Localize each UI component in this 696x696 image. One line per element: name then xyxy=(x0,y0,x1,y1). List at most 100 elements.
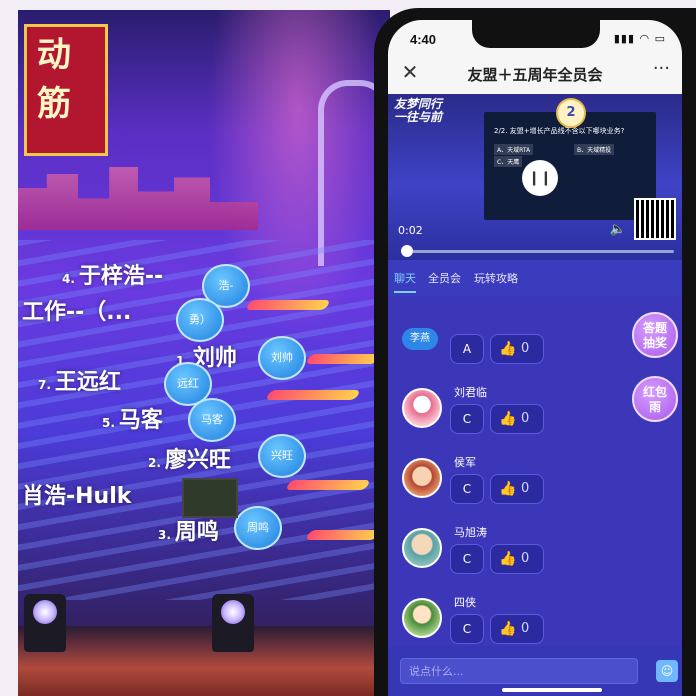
quiz-slide: 2/2. 友盟+增长产品线不含以下哪块业务? A、天域RTA B、天域精投 C、… xyxy=(484,112,656,220)
avatar-bubble: 周鸣 xyxy=(234,506,282,550)
sign-char-2: 筋 xyxy=(37,84,71,124)
rank-name: 马客 xyxy=(118,408,163,433)
stage-light xyxy=(24,594,66,652)
like-button[interactable]: 👍 0 xyxy=(490,474,544,504)
rank-name: 廖兴旺 xyxy=(164,448,231,473)
like-count: 0 xyxy=(521,341,530,356)
boat-graphic xyxy=(285,480,371,490)
like-button[interactable]: 👍 0 xyxy=(490,544,544,574)
avatar xyxy=(402,388,442,428)
sign-char-1: 动 xyxy=(37,35,71,75)
boat-graphic xyxy=(245,300,331,310)
stage-sign: 动 筋 xyxy=(24,24,108,156)
boat-graphic xyxy=(265,390,361,400)
chat-message: 侯军 C 👍 0 xyxy=(388,450,682,514)
button-line: 抽奖 xyxy=(642,336,667,350)
notch xyxy=(472,20,600,48)
chat-message: 四侠 C 👍 0 xyxy=(388,590,682,654)
avatar-bubble: 勇） xyxy=(176,298,224,342)
status-bar: 4:40 ▮▮▮ ◠ ▭ xyxy=(388,20,682,54)
thumbs-up-icon: 👍 xyxy=(499,551,517,567)
more-icon[interactable]: ··· xyxy=(653,58,670,79)
like-count: 0 xyxy=(521,411,530,426)
answer-tag: C xyxy=(450,544,484,574)
quiz-option: C、天鹰 xyxy=(494,156,523,167)
rank-number: 4. xyxy=(62,272,75,286)
rank-number: 2. xyxy=(148,456,161,470)
like-count: 0 xyxy=(521,481,530,496)
event-logo: 友梦同行 一往与前 xyxy=(394,98,474,124)
volume-icon[interactable]: 🔈 xyxy=(610,222,626,237)
user-name: 刘君临 xyxy=(454,386,487,399)
rank-number: 7. xyxy=(38,378,51,392)
ranking-item: 2. 廖兴旺 xyxy=(148,442,231,474)
status-time: 4:40 xyxy=(410,32,437,47)
video-player[interactable]: 友梦同行 一往与前 2/2. 友盟+增长产品线不含以下哪块业务? A、天域RTA… xyxy=(388,94,682,260)
tab-guide[interactable]: 玩转攻略 xyxy=(474,270,518,286)
user-name: 马旭涛 xyxy=(454,526,487,539)
ranking-item: 7. 王远红 xyxy=(38,364,121,396)
inset-screen xyxy=(182,478,238,518)
rank-name: 工作--（... xyxy=(22,300,132,325)
rank-number: 5. xyxy=(102,416,115,430)
rank-name: 周鸣 xyxy=(174,520,219,545)
avatar xyxy=(402,458,442,498)
chat-input[interactable]: 说点什么... xyxy=(400,658,638,684)
logo-line: 一往与前 xyxy=(394,110,443,124)
user-name-pill: 李燕 xyxy=(402,328,438,350)
answer-tag: C xyxy=(450,404,484,434)
home-indicator xyxy=(502,688,602,692)
like-button[interactable]: 👍 0 xyxy=(490,614,544,644)
boat-graphic xyxy=(305,530,381,540)
thumbs-up-icon: 👍 xyxy=(499,481,517,497)
like-count: 0 xyxy=(521,551,530,566)
avatar xyxy=(402,598,442,638)
phone-frame: 4:40 ▮▮▮ ◠ ▭ ✕ 友盟＋五周年全员会 ··· 友梦同行 一往与前 2… xyxy=(374,8,696,696)
user-name: 四侠 xyxy=(454,596,476,609)
rank-number: 3. xyxy=(158,528,171,542)
phone-screen: 4:40 ▮▮▮ ◠ ▭ ✕ 友盟＋五周年全员会 ··· 友梦同行 一往与前 2… xyxy=(388,20,682,696)
ranking-item: 4. 于梓浩-- xyxy=(62,258,163,290)
signal-wifi-battery-icon: ▮▮▮ ◠ ▭ xyxy=(613,32,666,45)
like-button[interactable]: 👍 0 xyxy=(490,404,544,434)
boat-graphic xyxy=(305,354,381,364)
stage-floor xyxy=(18,626,390,696)
rank-name: 肖浩-Hulk xyxy=(22,484,132,509)
avatar xyxy=(402,528,442,568)
rank-name: 王远红 xyxy=(54,370,121,395)
video-progress-track[interactable] xyxy=(402,250,674,253)
like-button[interactable]: 👍 0 xyxy=(490,334,544,364)
emoji-icon[interactable]: ☺ xyxy=(656,660,678,682)
red-packet-rain-button[interactable]: 红包 雨 xyxy=(632,376,678,422)
user-name: 侯军 xyxy=(454,456,476,469)
quiz-lottery-button[interactable]: 答题 抽奖 xyxy=(632,312,678,358)
tab-all-hands[interactable]: 全员会 xyxy=(428,270,461,286)
button-line: 雨 xyxy=(648,400,661,414)
ranking-item: 肖浩-Hulk xyxy=(18,478,131,510)
ranking-item: 5. 马客 xyxy=(102,402,163,434)
avatar-bubble: 马客 xyxy=(188,398,236,442)
pause-icon[interactable]: ❙❙ xyxy=(522,160,558,196)
video-progress-knob[interactable] xyxy=(401,245,414,257)
button-line: 答题 xyxy=(642,321,667,335)
avatar-bubble: 兴旺 xyxy=(258,434,306,478)
stage-photo: 动 筋 4. 于梓浩-- 工作--（... 1. 刘帅 7. 王远红 5. 马客 2. 廖… xyxy=(18,10,390,696)
thumbs-up-icon: 👍 xyxy=(499,341,517,357)
chat-message: 马旭涛 C 👍 0 xyxy=(388,520,682,584)
thumbs-up-icon: 👍 xyxy=(499,411,517,427)
title-bar: ✕ 友盟＋五周年全员会 ··· xyxy=(388,54,682,94)
answer-tag: C xyxy=(450,614,484,644)
stage-light xyxy=(212,594,254,652)
avatar-bubble: 刘帅 xyxy=(258,336,306,380)
qr-code xyxy=(634,198,676,240)
quiz-option: B、天域精投 xyxy=(574,144,615,155)
tab-chat[interactable]: 聊天 xyxy=(394,270,416,286)
answer-tag: C xyxy=(450,474,484,504)
page-title: 友盟＋五周年全员会 xyxy=(467,66,603,84)
question-number-badge: 2 xyxy=(556,98,586,128)
thumbs-up-icon: 👍 xyxy=(499,621,517,637)
like-count: 0 xyxy=(521,621,530,636)
video-current-time: 0:02 xyxy=(398,224,423,237)
quiz-option: A、天域RTA xyxy=(494,144,534,155)
active-tab-indicator xyxy=(394,291,416,293)
